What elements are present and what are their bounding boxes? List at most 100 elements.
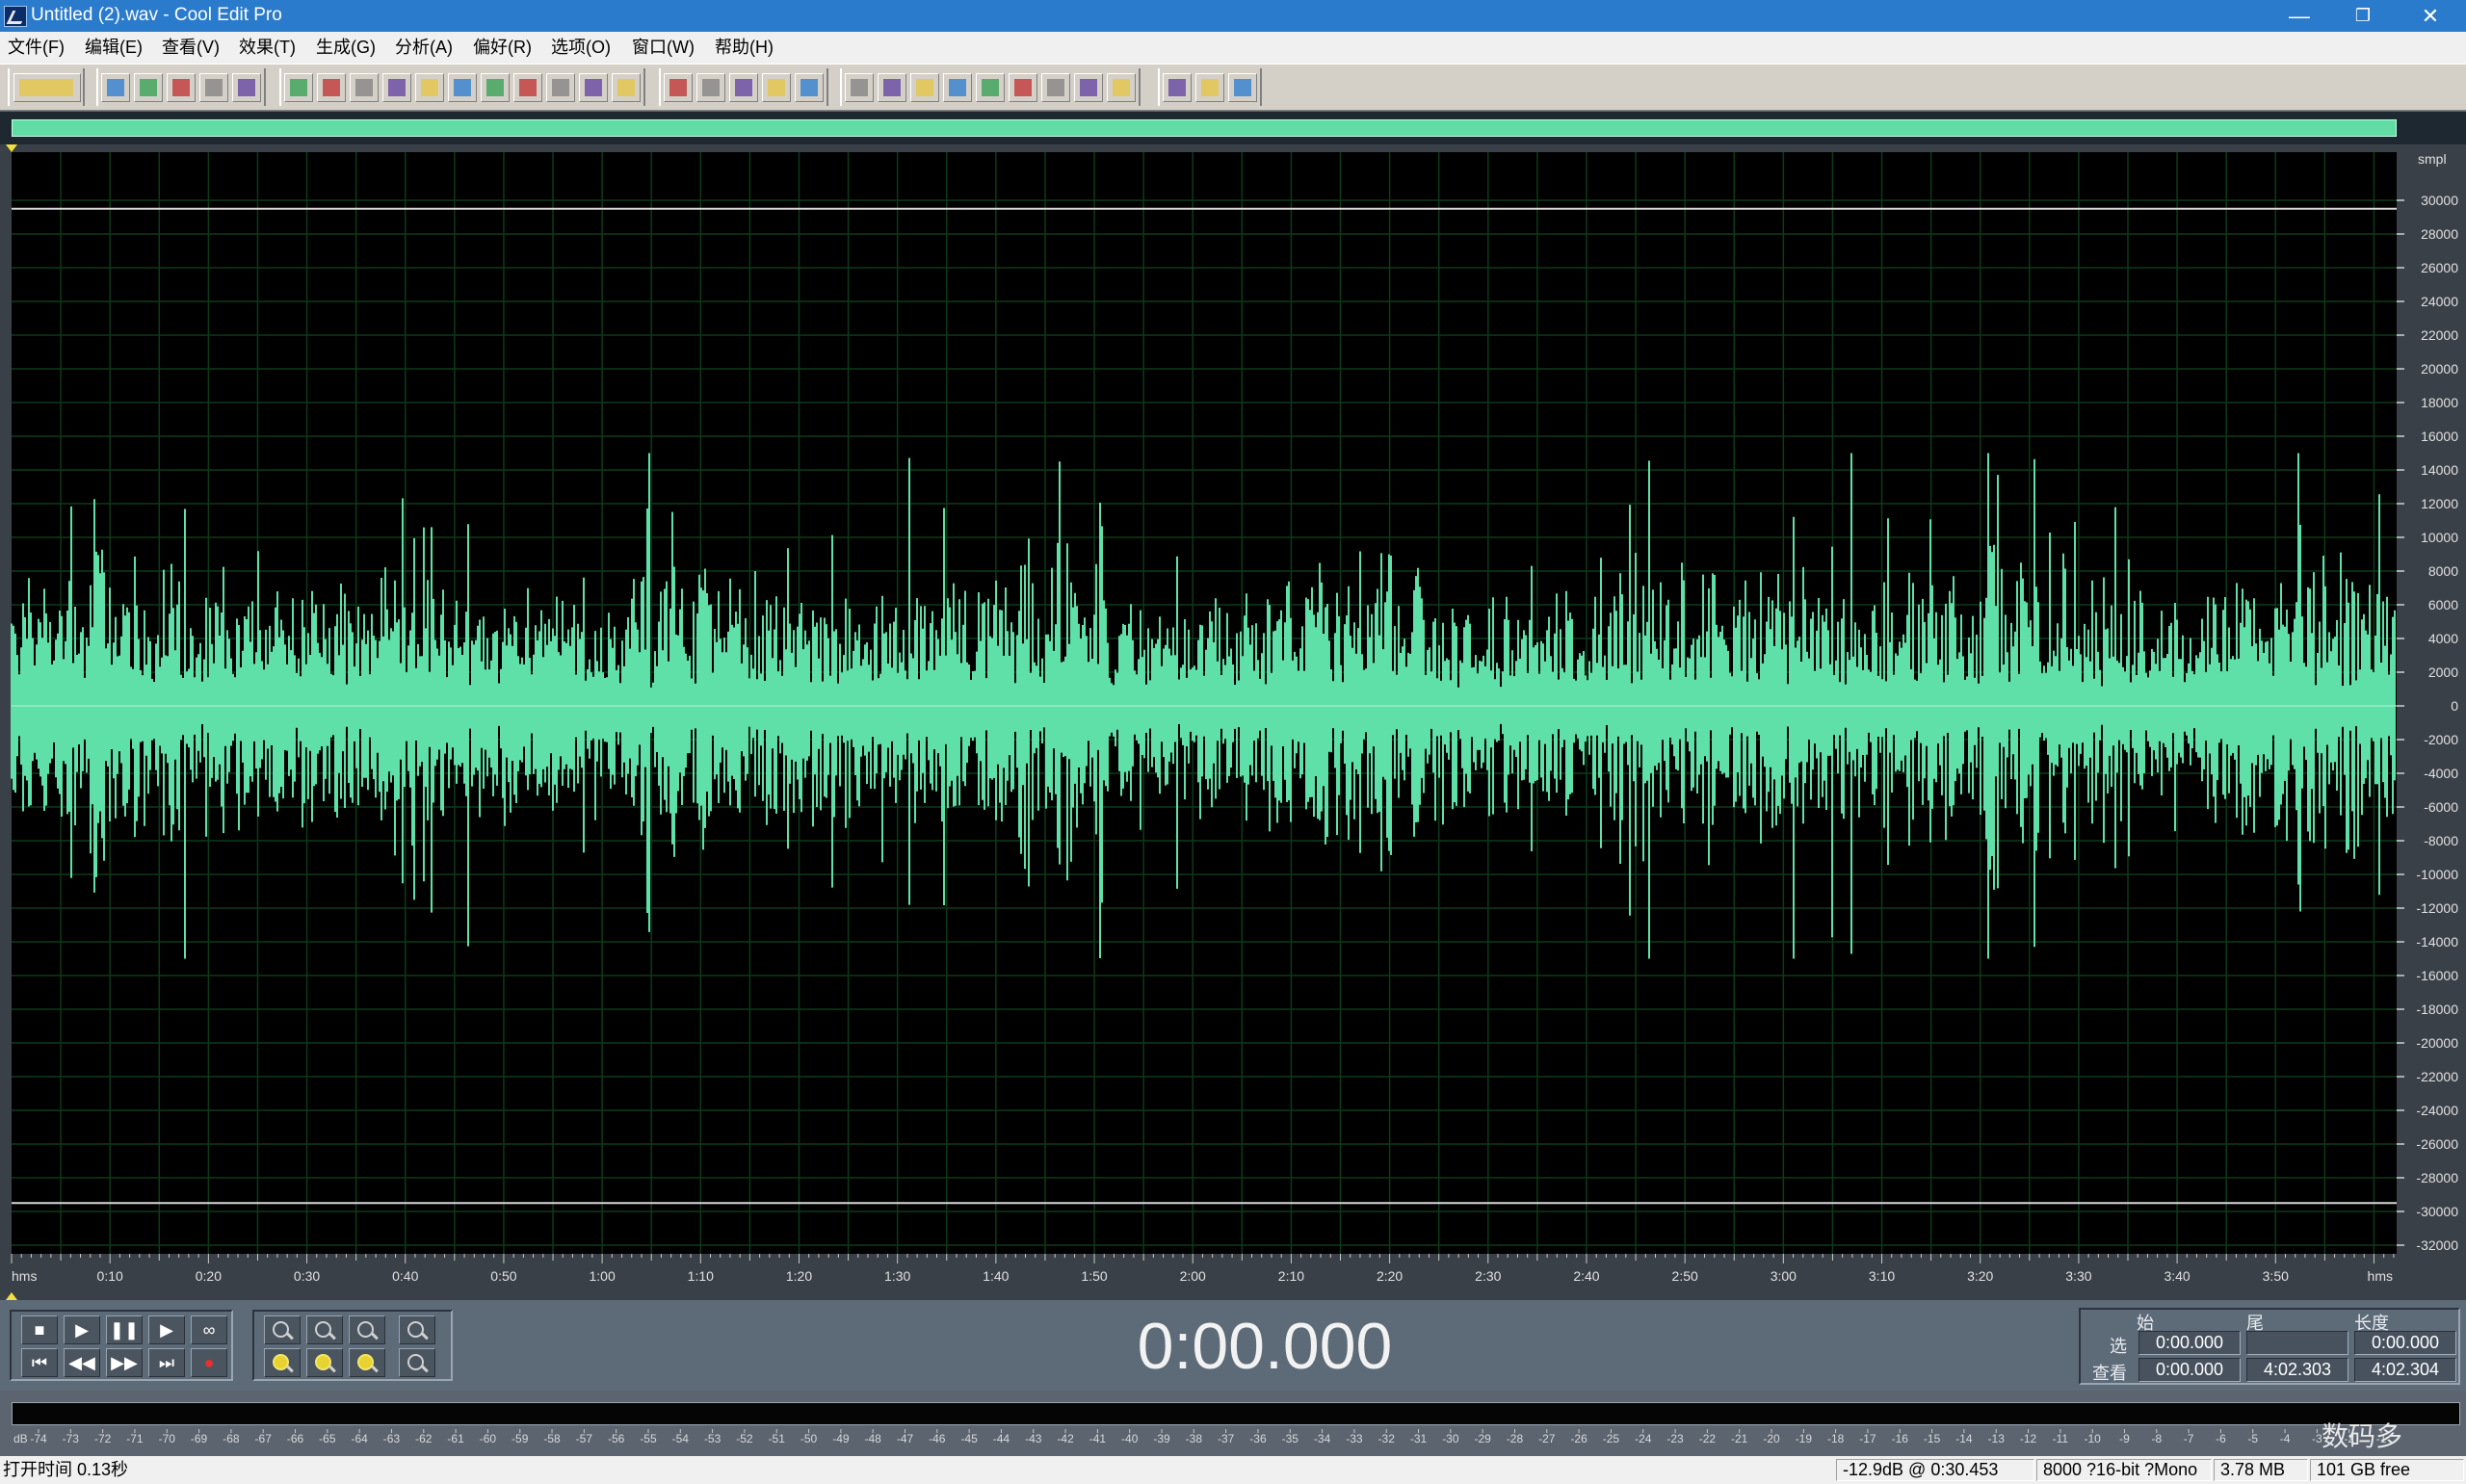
y-axis-unit: smpl	[2418, 151, 2447, 167]
minimize-button[interactable]: —	[2268, 0, 2331, 32]
y-axis-tick-label: -4000	[2424, 766, 2458, 781]
crop-icon[interactable]	[612, 73, 641, 102]
menu-generate[interactable]: 生成(G)	[316, 37, 376, 58]
open-file-icon[interactable]	[134, 73, 163, 102]
save-as-icon[interactable]	[199, 73, 228, 102]
selection-begin-field[interactable]: 0:00.000	[2138, 1331, 2241, 1355]
meter-tick-label: -6	[2216, 1432, 2226, 1445]
grid-alt2-icon[interactable]	[795, 73, 824, 102]
zoom-selection-icon[interactable]	[349, 1348, 385, 1377]
selection-length-field[interactable]: 0:00.000	[2354, 1331, 2456, 1355]
menu-window[interactable]: 窗口(W)	[632, 37, 695, 58]
trim-icon[interactable]	[579, 73, 608, 102]
grid-icon[interactable]	[729, 73, 758, 102]
x-axis-tick-label: 1:50	[1081, 1268, 1107, 1284]
zoom-to-right-icon[interactable]	[306, 1348, 343, 1377]
go-to-end-button[interactable]: ⏭	[148, 1348, 185, 1377]
menu-analyze[interactable]: 分析(A)	[395, 37, 453, 58]
view-row-label: 查看	[2092, 1364, 2127, 1383]
mix-paste-icon[interactable]	[546, 73, 575, 102]
meter-tick-label: -23	[1666, 1432, 1684, 1445]
close-file-icon[interactable]	[232, 73, 261, 102]
x-axis-tick-label: 2:30	[1475, 1268, 1501, 1284]
y-axis-tick-label: 0	[2451, 698, 2458, 714]
zoom-icon[interactable]	[976, 73, 1005, 102]
menu-effects[interactable]: 效果(T)	[239, 37, 296, 58]
save-icon[interactable]	[167, 73, 196, 102]
meter-tick-label: -59	[512, 1432, 529, 1445]
time-icon[interactable]	[1009, 73, 1037, 102]
play-looped-button[interactable]: ▶	[148, 1315, 185, 1344]
x-axis-tick-label: 0:30	[294, 1268, 320, 1284]
settings-icon[interactable]	[1163, 73, 1192, 102]
cue-list-icon[interactable]	[878, 73, 906, 102]
y-axis-tick-label: -8000	[2424, 833, 2458, 848]
y-axis-tick-label: -24000	[2416, 1103, 2458, 1118]
copy-icon[interactable]	[415, 73, 444, 102]
zoom-out-icon[interactable]	[306, 1315, 343, 1344]
view-end-field[interactable]: 4:02.303	[2246, 1358, 2348, 1382]
menu-favorites[interactable]: 偏好(R)	[473, 37, 532, 58]
panel-icon[interactable]	[1107, 73, 1136, 102]
undo-icon[interactable]	[284, 73, 313, 102]
cursor-marker-top[interactable]	[6, 144, 17, 152]
y-axis-tick-label: -2000	[2424, 732, 2458, 747]
menu-view[interactable]: 查看(V)	[162, 37, 220, 58]
zoom-full-icon[interactable]	[349, 1315, 385, 1344]
loop-button[interactable]: ∞	[191, 1315, 227, 1344]
y-axis-tick-label: 2000	[2428, 664, 2458, 680]
x-axis-tick-label: 1:20	[786, 1268, 812, 1284]
repeat-icon[interactable]	[350, 73, 379, 102]
menu-options[interactable]: 选项(O)	[551, 37, 611, 58]
menu-help[interactable]: 帮助(H)	[715, 37, 774, 58]
info-icon[interactable]	[1041, 73, 1070, 102]
meter-tick-label: -42	[1057, 1432, 1074, 1445]
waveform-display[interactable]: smpl 30000 28000 26000 24000 22000 20000 18000 1…	[0, 144, 2466, 1300]
new-file-icon[interactable]	[101, 73, 130, 102]
menu-edit[interactable]: 编辑(E)	[85, 37, 143, 58]
frequency-analysis-icon[interactable]	[696, 73, 725, 102]
meter-tick-label: -65	[319, 1432, 336, 1445]
play-button[interactable]: ▶	[64, 1315, 100, 1344]
rewind-button[interactable]: ◀◀	[64, 1348, 100, 1377]
zoom-out-vertical-icon[interactable]	[399, 1348, 435, 1377]
paste-icon[interactable]	[481, 73, 510, 102]
multitrack-switch-icon[interactable]	[13, 73, 81, 102]
spectral-view-icon[interactable]	[664, 73, 693, 102]
meter-tick-label: -39	[1153, 1432, 1170, 1445]
meter-tick-label: -18	[1827, 1432, 1845, 1445]
waveform-canvas[interactable]: smpl300002800026000240002200020000180001…	[0, 144, 2466, 1300]
play-icon[interactable]	[943, 73, 972, 102]
overview-range[interactable]	[12, 119, 2397, 137]
zoom-in-vertical-icon[interactable]	[399, 1315, 435, 1344]
cut-icon[interactable]	[448, 73, 477, 102]
go-to-start-button[interactable]: ⏮	[21, 1348, 58, 1377]
copy-new-icon[interactable]	[382, 73, 411, 102]
view-begin-field[interactable]: 0:00.000	[2138, 1358, 2241, 1382]
play-list-icon[interactable]	[910, 73, 939, 102]
grid-alt-icon[interactable]	[762, 73, 791, 102]
paste-new-icon[interactable]	[513, 73, 542, 102]
x-axis-tick-label: 1:40	[983, 1268, 1009, 1284]
view-length-field[interactable]: 4:02.304	[2354, 1358, 2456, 1382]
toolbar-group	[659, 68, 828, 106]
record-button[interactable]: ●	[191, 1348, 227, 1377]
close-button[interactable]: ✕	[2399, 0, 2462, 32]
pause-button[interactable]: ❚❚	[106, 1315, 143, 1344]
zoom-to-left-icon[interactable]	[264, 1348, 301, 1377]
zoom-in-icon[interactable]	[264, 1315, 301, 1344]
window-icon[interactable]	[845, 73, 874, 102]
meter-tick-label: -70	[159, 1432, 176, 1445]
scripts-icon[interactable]	[1195, 73, 1224, 102]
y-axis-tick-label: -6000	[2424, 799, 2458, 815]
selection-end-field[interactable]	[2246, 1331, 2348, 1355]
colors-icon[interactable]	[1074, 73, 1103, 102]
menu-file[interactable]: 文件(F)	[8, 37, 65, 58]
app-icon[interactable]	[4, 6, 27, 27]
restore-button[interactable]: ❐	[2331, 0, 2395, 32]
stop-button[interactable]: ■	[21, 1315, 58, 1344]
fast-forward-button[interactable]: ▶▶	[106, 1348, 143, 1377]
meter-tick-label: -63	[383, 1432, 401, 1445]
help-icon[interactable]	[1228, 73, 1257, 102]
redo-icon[interactable]	[317, 73, 346, 102]
